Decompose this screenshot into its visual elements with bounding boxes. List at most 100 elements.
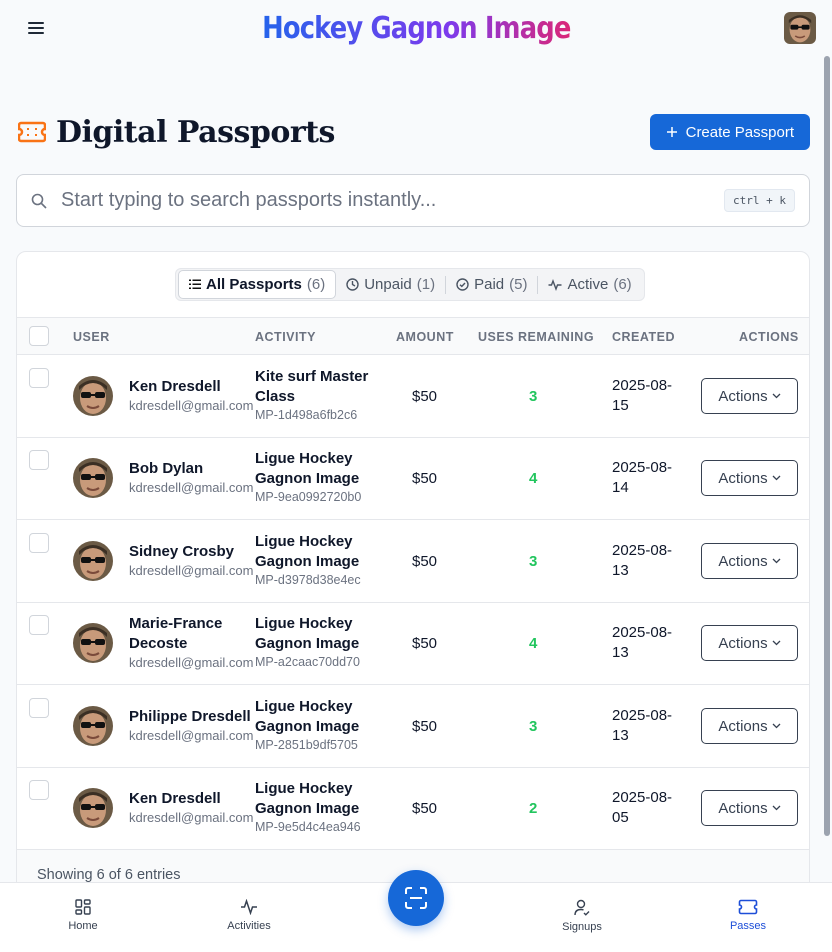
actions-label: Actions: [718, 799, 768, 817]
amount: $50: [412, 470, 438, 487]
actions-label: Actions: [718, 552, 768, 570]
tab-unpaid[interactable]: Unpaid (1): [336, 270, 445, 299]
clock-icon: [346, 278, 359, 291]
scan-icon: [405, 887, 427, 909]
list-icon: [189, 279, 201, 289]
pagination-summary: Showing 6 of 6 entries: [37, 867, 181, 883]
hamburger-menu-button[interactable]: [24, 16, 48, 40]
passport-code: MP-d3978d38e4ec: [255, 573, 361, 587]
user-name: Ken Dresdell: [129, 790, 221, 807]
ticket-icon: [18, 121, 46, 143]
nav-item-activities[interactable]: Activities: [209, 899, 289, 932]
created-date: 2025-08-13: [612, 624, 673, 661]
tab-active[interactable]: Active (6): [538, 270, 641, 299]
amount: $50: [412, 388, 438, 405]
top-bar: Hockey Gagnon Image: [0, 0, 832, 56]
chevron-down-icon: [772, 393, 781, 399]
avatar: [73, 788, 113, 828]
uses-remaining: 3: [529, 718, 538, 735]
amount: $50: [412, 635, 438, 652]
search-bar: ctrl + k: [16, 174, 810, 227]
row-checkbox[interactable]: [29, 698, 49, 718]
row-checkbox[interactable]: [29, 533, 49, 553]
tab-count: (6): [613, 276, 632, 293]
avatar: [73, 541, 113, 581]
search-icon: [31, 193, 47, 209]
tab-all-passports[interactable]: All Passports (6): [178, 270, 337, 299]
select-all-checkbox[interactable]: [29, 326, 49, 346]
user-name: Sidney Crosby: [129, 543, 235, 560]
nav-item-passes[interactable]: Passes: [708, 899, 788, 932]
page-header: Digital Passports Create Passport: [18, 112, 810, 152]
user-name: Bob Dylan: [129, 460, 204, 477]
table-row: Sidney Crosby kdresdell@gmail.com Ligue …: [17, 520, 809, 603]
uses-remaining: 4: [529, 635, 538, 652]
grid-icon: [75, 899, 91, 915]
table-row: Bob Dylan kdresdell@gmail.com Ligue Hock…: [17, 437, 809, 520]
user-email: kdresdell@gmail.com: [129, 728, 254, 743]
col-header-activity: ACTIVITY: [255, 330, 316, 344]
uses-remaining: 3: [529, 553, 538, 570]
passport-code: MP-2851b9df5705: [255, 738, 358, 752]
create-passport-label: Create Passport: [685, 123, 794, 141]
nav-label: Activities: [227, 920, 271, 932]
uses-remaining: 2: [529, 800, 538, 817]
activity-name: Ligue Hockey Gagnon Image: [255, 615, 360, 652]
tab-paid[interactable]: Paid (5): [446, 270, 537, 299]
actions-dropdown-button[interactable]: Actions: [701, 543, 798, 579]
created-date: 2025-08-15: [612, 377, 673, 414]
actions-dropdown-button[interactable]: Actions: [701, 378, 798, 414]
filter-tabs: All Passports (6) Unpaid (1) Paid (5) Ac…: [175, 268, 645, 301]
row-checkbox[interactable]: [29, 615, 49, 635]
actions-dropdown-button[interactable]: Actions: [701, 460, 798, 496]
user-email: kdresdell@gmail.com: [129, 810, 254, 825]
tab-label: Unpaid: [364, 276, 412, 293]
actions-dropdown-button[interactable]: Actions: [701, 790, 798, 826]
nav-label: Signups: [562, 921, 602, 933]
passports-table-card: All Passports (6) Unpaid (1) Paid (5) Ac…: [16, 251, 810, 911]
row-checkbox[interactable]: [29, 368, 49, 388]
passport-code: MP-1d498a6fb2c6: [255, 408, 358, 422]
col-header-created: CREATED: [612, 330, 675, 344]
nav-item-home[interactable]: Home: [43, 899, 123, 932]
passport-code: MP-a2caac70dd70: [255, 655, 360, 669]
avatar-photo: [784, 12, 816, 44]
avatar: [73, 623, 113, 663]
user-name: Philippe Dresdell: [129, 708, 251, 725]
col-header-user: USER: [73, 330, 110, 344]
uses-remaining: 3: [529, 388, 538, 405]
plus-icon: [666, 127, 677, 137]
nav-item-signups[interactable]: Signups: [542, 899, 622, 933]
table-row: Ken Dresdell kdresdell@gmail.com Kite su…: [17, 355, 809, 438]
scan-qr-button[interactable]: [388, 870, 444, 926]
chevron-down-icon: [772, 558, 781, 564]
create-passport-button[interactable]: Create Passport: [649, 114, 810, 150]
actions-dropdown-button[interactable]: Actions: [701, 625, 798, 661]
search-input[interactable]: [61, 189, 725, 212]
row-checkbox[interactable]: [29, 450, 49, 470]
user-email: kdresdell@gmail.com: [129, 563, 254, 578]
created-date: 2025-08-05: [612, 789, 673, 826]
amount: $50: [412, 800, 438, 817]
check-circle-icon: [456, 278, 469, 291]
scrollbar-thumb[interactable]: [824, 56, 830, 836]
menu-icon: [28, 22, 44, 34]
table-row: Ken Dresdell kdresdell@gmail.com Ligue H…: [17, 767, 809, 850]
keyboard-shortcut-hint: ctrl + k: [724, 189, 795, 212]
actions-dropdown-button[interactable]: Actions: [701, 708, 798, 744]
table-header: USER ACTIVITY AMOUNT USES REMAINING CREA…: [17, 317, 809, 355]
user-name: Ken Dresdell: [129, 378, 221, 395]
app-title[interactable]: Hockey Gagnon Image: [262, 11, 571, 46]
activity-name: Ligue Hockey Gagnon Image: [255, 533, 360, 570]
user-email: kdresdell@gmail.com: [129, 398, 254, 413]
user-avatar[interactable]: [784, 12, 816, 44]
actions-label: Actions: [718, 717, 768, 735]
avatar: [73, 706, 113, 746]
user-email: kdresdell@gmail.com: [129, 655, 254, 670]
row-checkbox[interactable]: [29, 780, 49, 800]
tab-label: Paid: [474, 276, 505, 293]
actions-label: Actions: [718, 469, 768, 487]
amount: $50: [412, 718, 438, 735]
activity-name: Kite surf Master Class: [255, 368, 369, 405]
chevron-down-icon: [772, 805, 781, 811]
